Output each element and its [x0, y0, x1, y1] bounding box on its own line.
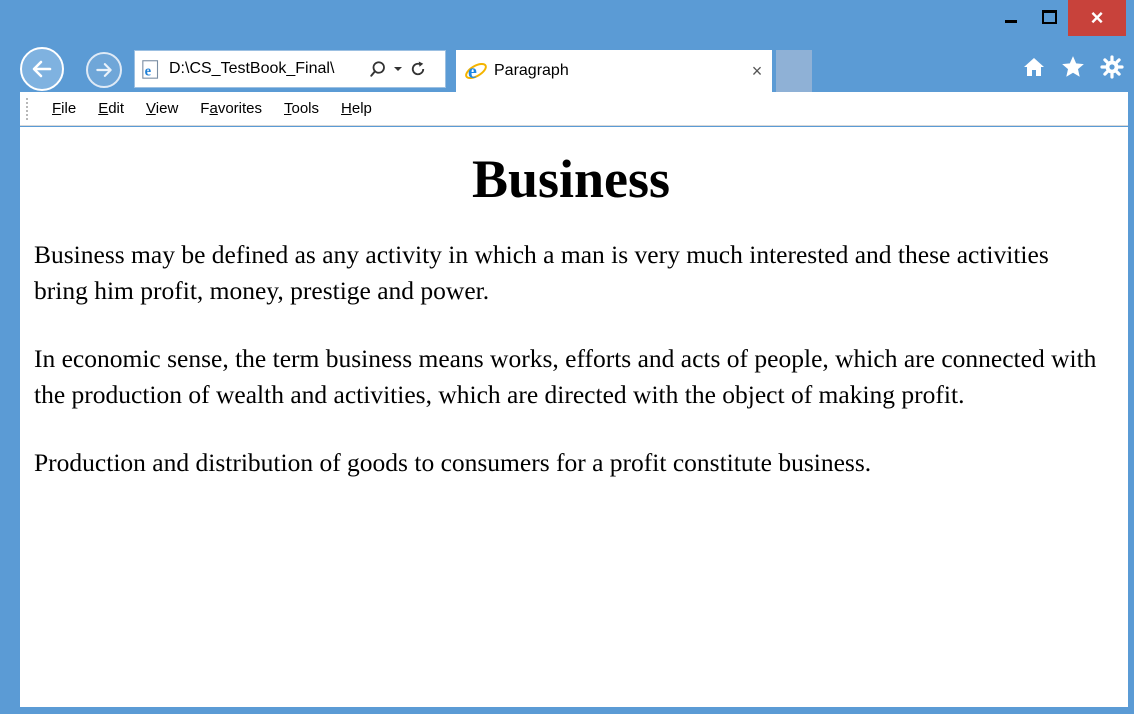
svg-text:e: e — [468, 61, 477, 83]
menu-file[interactable]: File — [52, 100, 76, 117]
browser-window: × e D:\CS_TestBook_Final\ e Paragraph × … — [0, 0, 1134, 714]
tab-close-icon[interactable]: × — [742, 61, 772, 82]
refresh-icon[interactable] — [409, 60, 427, 78]
maximize-button[interactable] — [1030, 0, 1068, 34]
toolbar-right — [1022, 54, 1124, 80]
menu-edit[interactable]: Edit — [98, 100, 124, 117]
address-input[interactable]: D:\CS_TestBook_Final\ — [169, 60, 363, 78]
menu-bar: File Edit View Favorites Tools Help — [20, 92, 1128, 126]
paragraph-1: Business may be defined as any activity … — [34, 240, 1049, 305]
new-tab-button[interactable] — [776, 50, 812, 92]
forward-arrow-icon — [96, 63, 112, 77]
settings-gear-icon[interactable] — [1100, 55, 1124, 79]
svg-text:e: e — [145, 63, 152, 79]
menu-tools[interactable]: Tools — [284, 100, 319, 117]
maximize-icon — [1041, 10, 1057, 24]
dropdown-icon[interactable] — [393, 64, 403, 74]
back-button[interactable] — [20, 47, 64, 91]
menubar-grip[interactable] — [26, 97, 34, 120]
address-tools — [369, 60, 427, 78]
minimize-button[interactable] — [992, 0, 1030, 34]
menu-view[interactable]: View — [146, 100, 178, 117]
menu-favorites[interactable]: Favorites — [200, 100, 262, 117]
menu-help[interactable]: Help — [341, 100, 372, 117]
tab-paragraph[interactable]: e Paragraph × — [456, 50, 772, 92]
search-icon[interactable] — [369, 60, 387, 78]
address-bar[interactable]: e D:\CS_TestBook_Final\ — [134, 50, 446, 88]
tab-title: Paragraph — [494, 62, 569, 79]
paragraph-2: In economic sense, the term business mea… — [34, 344, 1097, 409]
ie-page-icon: e — [142, 60, 159, 79]
page-heading: Business — [471, 149, 671, 209]
minimize-icon — [1005, 19, 1017, 23]
caption-buttons: × — [992, 0, 1126, 42]
close-window-button[interactable]: × — [1068, 0, 1126, 36]
close-icon: × — [1090, 5, 1104, 30]
favorites-star-icon[interactable] — [1060, 54, 1086, 80]
forward-button[interactable] — [86, 52, 122, 88]
back-arrow-icon — [32, 60, 52, 78]
paragraph-3: Production and distribution of goods to … — [34, 448, 872, 477]
ie-logo-icon: e — [465, 61, 487, 83]
page-content: Business Business may be defined as any … — [20, 127, 1128, 707]
home-icon[interactable] — [1022, 55, 1046, 79]
